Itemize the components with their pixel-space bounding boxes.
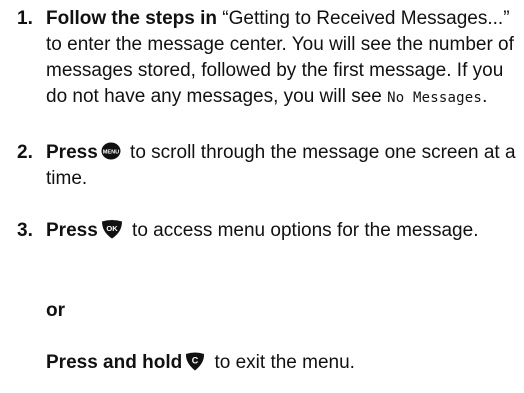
step-lead: Follow the steps in [46, 8, 218, 29]
clear-key-icon: C [185, 351, 205, 371]
step-body: to access menu options for the message. [126, 220, 479, 241]
alt-step-lead: Press and hold [46, 352, 183, 373]
clear-key-label: C [192, 355, 199, 365]
or-label: or [46, 300, 65, 321]
step-lead: Press [46, 142, 98, 163]
alt-step-text: Press and hold C to exit the menu. [46, 350, 516, 376]
menu-key-icon: MENU [101, 141, 121, 161]
step-text: Press MENU to scroll through the message… [46, 140, 516, 192]
step-number: 1. [17, 8, 33, 29]
step-body-end: . [482, 86, 488, 107]
menu-key-label: MENU [103, 150, 119, 156]
ok-key-label: OK [106, 224, 118, 233]
step-number: 3. [17, 220, 33, 241]
ok-key-icon: OK [101, 219, 123, 239]
step-text: Press OK to access menu options for the … [46, 218, 516, 244]
step-number: 2. [17, 142, 33, 163]
step-text: Follow the steps in “Getting to Received… [46, 6, 516, 111]
alt-step-body: to exit the menu. [209, 352, 355, 373]
step-lead: Press [46, 220, 98, 241]
display-text: No Messages [387, 90, 483, 106]
